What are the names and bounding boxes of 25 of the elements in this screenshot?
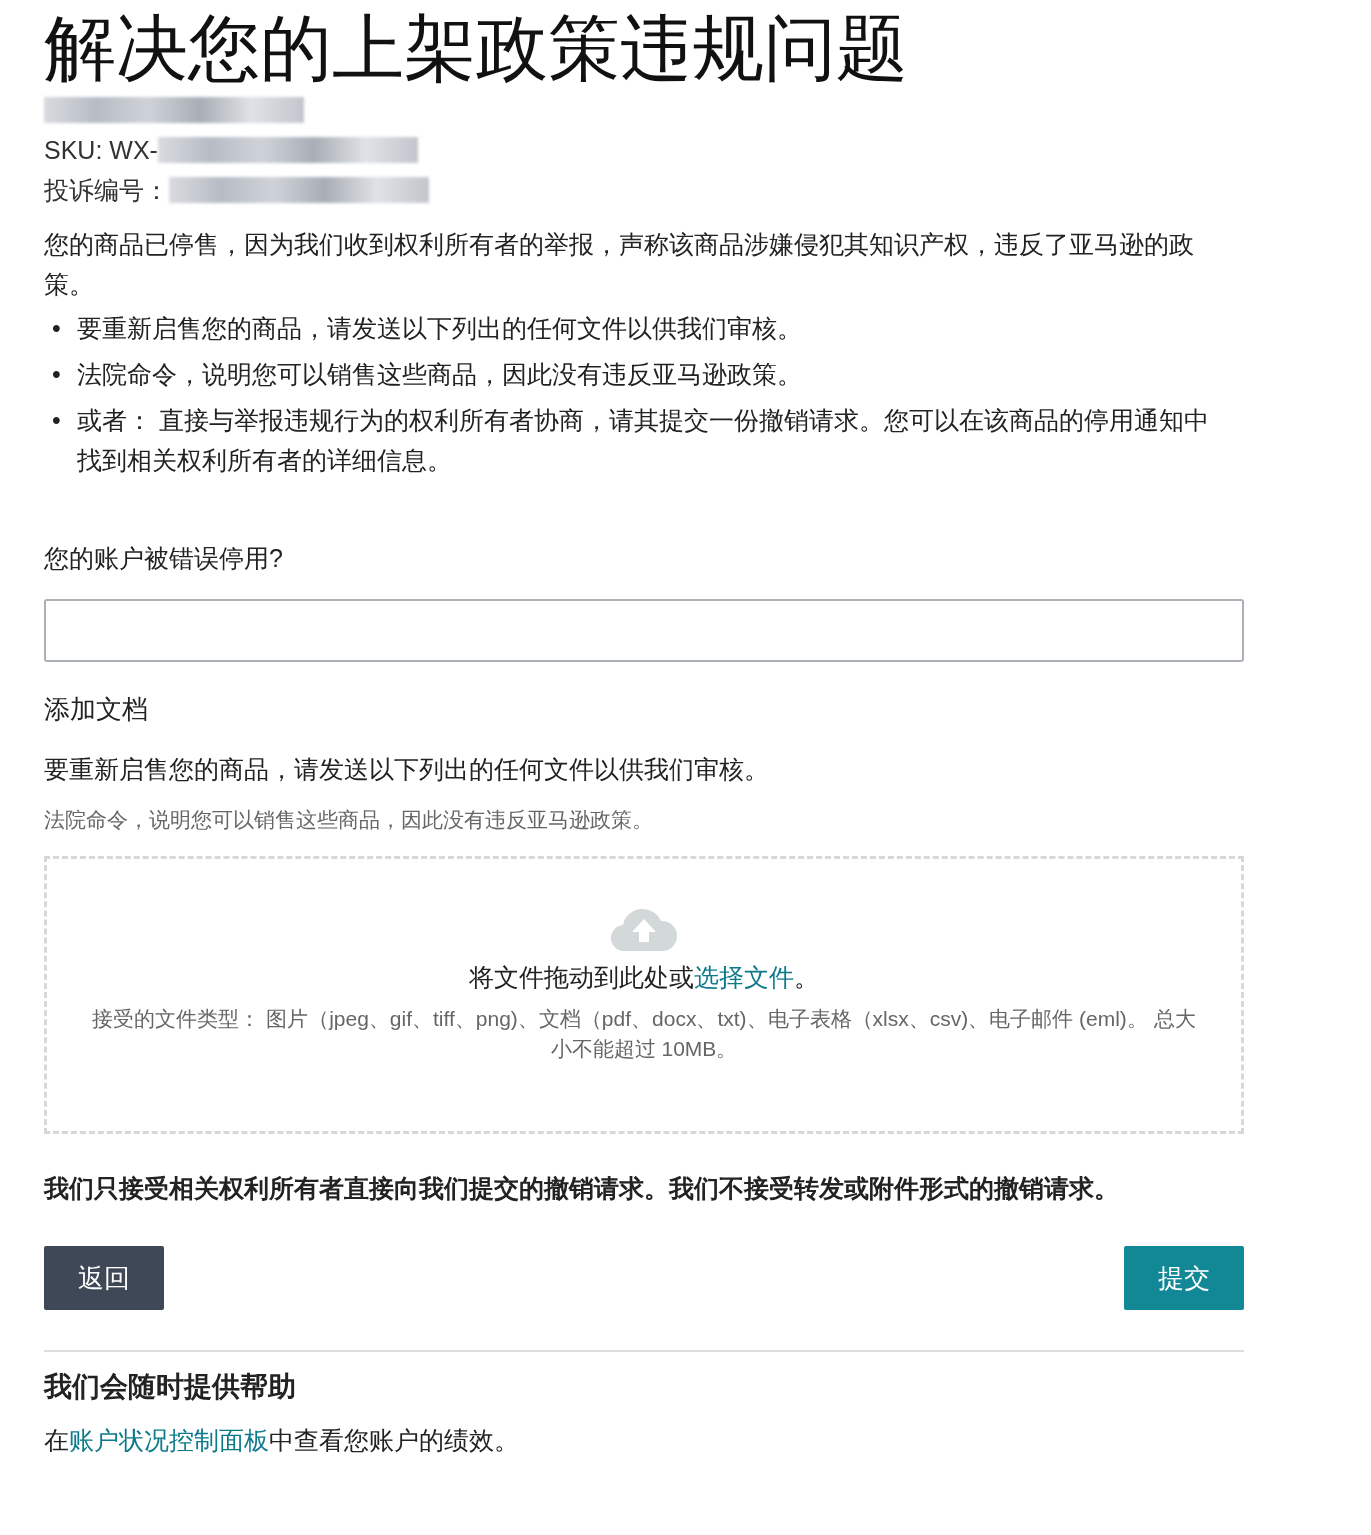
instruction-text: 要重新启售您的商品，请发送以下列出的任何文件以供我们审核。 bbox=[44, 754, 770, 785]
intro-text: 您的商品已停售，因为我们收到权利所有者的举报，声称该商品涉嫌侵犯其知识产权，违反了亚马逊的政策。 bbox=[44, 229, 1195, 300]
dropzone[interactable]: 将文件拖动到此处或选择文件。 接受的文件类型： 图片（jpeg、gif、tiff、png)、文档（pdf、docx、txt)、电子表格（xlsx、csv)、电子邮件 (eml)。 总大小不能超过 10MB。 bbox=[44, 856, 1244, 1134]
bullet-marker: • bbox=[52, 313, 61, 344]
info-label: 投诉编号： bbox=[44, 174, 169, 206]
back-button[interactable]: 返回 bbox=[44, 1246, 164, 1310]
hint-text: 法院命令，说明您可以销售这些商品，因此没有违反亚马逊政策。 bbox=[44, 807, 654, 833]
help-heading: 我们会随时提供帮助 bbox=[44, 1370, 297, 1404]
bullet-text: 要重新启售您的商品，请发送以下列出的任何文件以供我们审核。 bbox=[76, 313, 803, 344]
choose-file-link[interactable]: 选择文件 bbox=[694, 963, 794, 991]
dashboard-link[interactable]: 账户状况控制面板 bbox=[69, 1426, 269, 1454]
info-label: SKU: WX- bbox=[44, 135, 158, 165]
accepted-types-text: 接受的文件类型： 图片（jpeg、gif、tiff、png)、文档（pdf、docx、txt)、电子表格（xlsx、csv)、电子邮件 (eml)。 总大小不能超过 10MB。 bbox=[91, 1006, 1197, 1062]
help-text: 在账户状况控制面板中查看您账户的绩效。 bbox=[44, 1425, 520, 1456]
bullet-marker: • bbox=[52, 405, 61, 436]
notice-text: 我们只接受相关权利所有者直接向我们提交的撤销请求。我们不接受转发或附件形式的撤销请求。 bbox=[44, 1173, 1120, 1204]
section-heading: 添加文档 bbox=[44, 693, 149, 726]
page-title: 解决您的上架政策违规问题 bbox=[44, 7, 909, 90]
dropzone-prompt: 将文件拖动到此处或选择文件。 bbox=[469, 962, 819, 993]
bullet-marker: • bbox=[52, 359, 61, 390]
input-field[interactable] bbox=[44, 599, 1244, 662]
submit-button[interactable]: 提交 bbox=[1124, 1246, 1244, 1310]
bullet-text: 或者： 直接与举报违规行为的权利所有者协商，请其提交一份撤销请求。您可以在该商品的停用通知中找到相关权利所有者的详细信息。 bbox=[76, 405, 1210, 476]
bullet-text: 法院命令，说明您可以销售这些商品，因此没有违反亚马逊政策。 bbox=[76, 359, 803, 390]
field-label: 您的账户被错误停用? bbox=[44, 543, 284, 574]
